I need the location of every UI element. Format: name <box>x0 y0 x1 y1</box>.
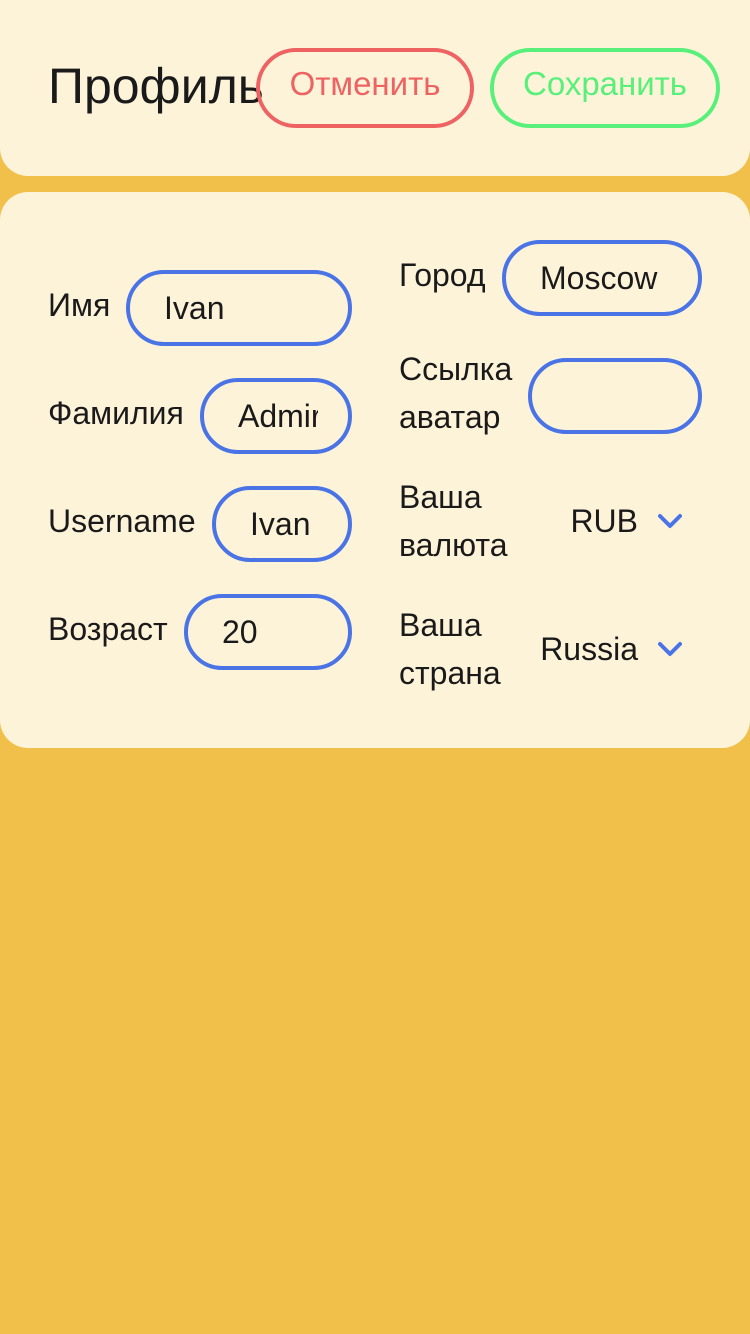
first-name-input[interactable] <box>130 274 348 342</box>
age-field[interactable] <box>184 594 352 670</box>
avatar-label-line2: аватар <box>399 399 501 435</box>
country-value: Russia <box>540 630 638 667</box>
avatar-url-field[interactable] <box>528 358 702 434</box>
avatar-label: Ссылка аватар <box>399 345 512 441</box>
profile-form: Имя Фамилия Username Возраст Город Ссылк… <box>0 192 750 748</box>
cancel-button[interactable]: Отменить <box>256 48 474 128</box>
currency-select[interactable]: RUB <box>570 495 684 547</box>
first-name-label: Имя <box>48 287 111 323</box>
username-field[interactable] <box>212 486 352 562</box>
username-input[interactable] <box>216 490 348 558</box>
username-label: Username <box>48 503 196 539</box>
country-select[interactable]: Russia <box>540 623 684 675</box>
country-label-line1: Ваша <box>399 607 482 643</box>
page-title: Профиль <box>48 58 264 114</box>
avatar-label-line1: Ссылка <box>399 351 513 387</box>
chevron-down-icon <box>658 642 682 656</box>
currency-label: Ваша валюта <box>399 473 508 569</box>
currency-label-line1: Ваша <box>399 479 482 515</box>
currency-value: RUB <box>570 502 638 539</box>
chevron-down-icon <box>658 514 682 528</box>
avatar-url-input[interactable] <box>532 362 698 430</box>
currency-label-line2: валюта <box>399 527 508 563</box>
city-label: Город <box>399 257 486 293</box>
city-field[interactable] <box>502 240 702 316</box>
city-input[interactable] <box>506 244 698 312</box>
first-name-field[interactable] <box>126 270 352 346</box>
age-label: Возраст <box>48 611 168 647</box>
save-button[interactable]: Сохранить <box>490 48 720 128</box>
last-name-input[interactable] <box>204 382 348 450</box>
country-label-line2: страна <box>399 655 501 691</box>
header-bar: Профиль Отменить Сохранить <box>0 0 750 176</box>
last-name-field[interactable] <box>200 378 352 454</box>
age-input[interactable] <box>188 598 348 666</box>
country-label: Ваша страна <box>399 601 501 697</box>
last-name-label: Фамилия <box>48 395 184 431</box>
